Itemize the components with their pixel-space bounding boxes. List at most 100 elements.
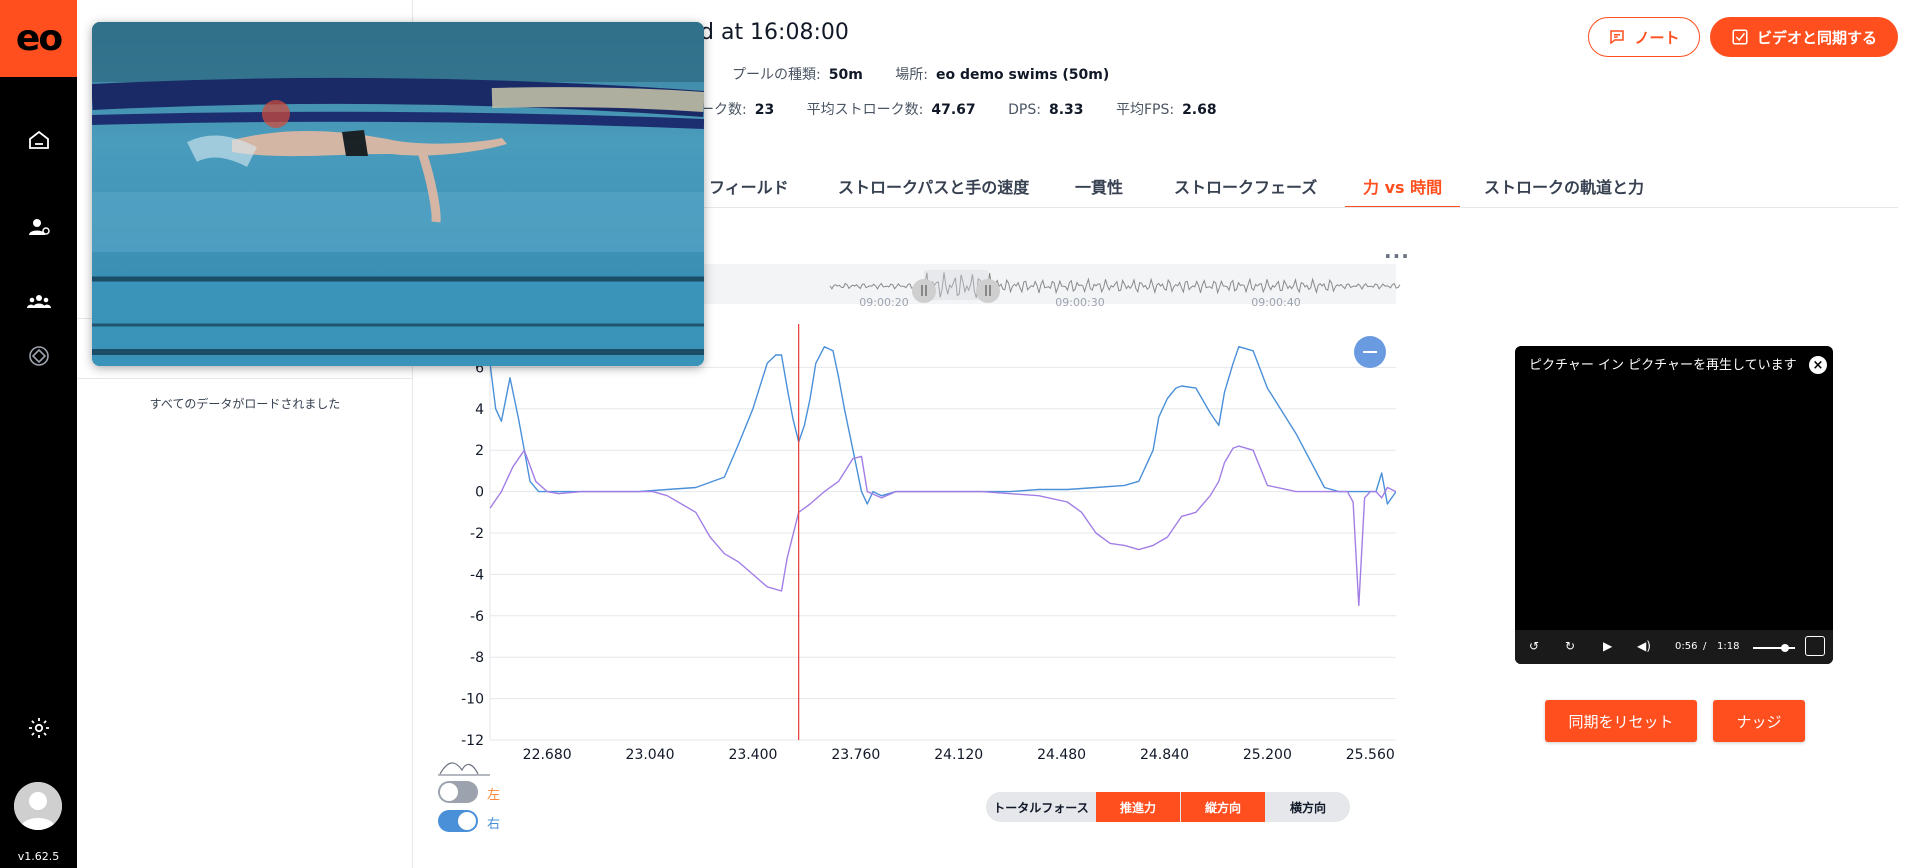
- overview-handle-grip: [925, 285, 927, 296]
- gear-icon[interactable]: [26, 715, 52, 741]
- y-axis: 6420-2-4-6-8-10-12: [461, 360, 484, 749]
- meta-label: 場所:: [895, 67, 928, 83]
- x-tick-label: 22.680: [523, 747, 572, 763]
- series-line-1: [490, 445, 1396, 607]
- y-tick-label: 2: [475, 443, 484, 459]
- overview-waveform: [829, 272, 1401, 299]
- y-tick-label: -8: [470, 650, 484, 666]
- right-hand-label: 右: [487, 817, 501, 832]
- overview-tick-label: 09:00:30: [1055, 296, 1104, 309]
- meta-value: 50m: [828, 67, 863, 83]
- waveform-icon[interactable]: [438, 762, 490, 776]
- x-tick-label: 25.560: [1346, 747, 1395, 763]
- sidebar: eo v1.62.5: [0, 0, 77, 868]
- fullscreen-icon[interactable]: [1805, 636, 1825, 656]
- pip-controls: ↺ ↻ ▶ ◀) 0:56 / 1:18: [1515, 630, 1833, 664]
- session-meta-row-1: プールの種類: 50m 場所: eo demo swims (50m): [732, 64, 1137, 84]
- close-icon[interactable]: ×: [1809, 356, 1827, 374]
- avatar[interactable]: [14, 782, 62, 830]
- overview-handle: [976, 279, 1000, 303]
- tab-field[interactable]: フィールド: [709, 168, 789, 208]
- y-tick-label: -6: [470, 609, 484, 625]
- y-tick-label: -2: [470, 526, 484, 542]
- y-tick-label: -12: [461, 733, 484, 749]
- tab-stroke-trajectory[interactable]: ストロークの軌道と力: [1484, 168, 1644, 208]
- pip-current-time: 0:56: [1675, 641, 1698, 652]
- meta-value: 2.68: [1182, 102, 1217, 118]
- overview-handle-grip: [985, 285, 987, 296]
- propulsive-force-button[interactable]: 推進力: [1096, 792, 1180, 822]
- meta-label: DPS:: [1008, 102, 1041, 118]
- rewind-icon[interactable]: ↺: [1529, 639, 1539, 653]
- nudge-button[interactable]: ナッジ: [1713, 700, 1805, 742]
- tab-force-vs-time[interactable]: 力 vs 時間: [1345, 168, 1461, 208]
- meta-label: 平均FPS:: [1115, 102, 1175, 118]
- more-options-icon[interactable]: ···: [1384, 244, 1410, 268]
- version-label: v1.62.5: [17, 850, 60, 863]
- pip-time-separator: /: [1703, 641, 1707, 652]
- y-tick-label: 4: [475, 402, 484, 418]
- forward-icon[interactable]: ↻: [1565, 639, 1575, 653]
- x-tick-label: 23.760: [831, 747, 880, 763]
- play-icon[interactable]: ▶: [1603, 639, 1612, 653]
- overview-tick-label: 09:00:40: [1251, 296, 1300, 309]
- tab-consistency[interactable]: 一貫性: [1075, 168, 1123, 208]
- pip-video-player[interactable]: ピクチャー イン ピクチャーを再生しています × ↺ ↻ ▶ ◀) 0:56 /…: [1515, 346, 1833, 664]
- swim-cycle-icon[interactable]: [26, 343, 52, 369]
- overview-tick-label: 09:00:20: [859, 296, 908, 309]
- meta-label: プールの種類:: [732, 67, 821, 83]
- lateral-force-button[interactable]: 横方向: [1266, 792, 1350, 822]
- x-axis: 22.680 23.040 23.400 23.760 24.120 24.480 24.8…: [523, 747, 1395, 763]
- data-loaded-status: すべてのデータがロードされました: [149, 397, 341, 411]
- note-button-label: ノート: [1634, 28, 1680, 47]
- vertical-force-button[interactable]: 縦方向: [1181, 792, 1265, 822]
- checkbox-edit-icon: [1732, 29, 1748, 45]
- pip-duration: 1:18: [1717, 641, 1740, 652]
- x-tick-label: 24.120: [934, 747, 983, 763]
- x-tick-label: 25.200: [1243, 747, 1292, 763]
- tabs-divider: [700, 207, 1898, 208]
- team-icon[interactable]: [26, 289, 52, 315]
- tab-stroke-path[interactable]: ストロークパスと手の速度: [838, 168, 1029, 208]
- y-tick-label: -10: [461, 692, 484, 708]
- total-force-button[interactable]: トータルフォース: [986, 792, 1096, 822]
- right-hand-toggle[interactable]: [438, 810, 478, 832]
- user-settings-icon[interactable]: [26, 214, 52, 240]
- home-icon[interactable]: [26, 127, 52, 153]
- tab-stroke-phase[interactable]: ストロークフェーズ: [1174, 168, 1317, 208]
- logo[interactable]: eo: [0, 0, 77, 77]
- overview-handle-grip: [989, 285, 991, 296]
- chart-series: [490, 346, 1396, 607]
- reset-sync-button[interactable]: 同期をリセット: [1545, 700, 1697, 742]
- y-tick-label: 0: [475, 485, 484, 501]
- pip-message: ピクチャー イン ピクチャーを再生しています: [1529, 358, 1797, 373]
- y-tick-label: -4: [470, 567, 484, 583]
- session-title: d at 16:08:00: [700, 20, 849, 45]
- left-hand-label: 左: [487, 788, 501, 803]
- meta-label: ーク数:: [700, 102, 747, 118]
- meta-label: 平均ストローク数:: [806, 102, 924, 118]
- overview-handle-grip: [921, 285, 923, 296]
- volume-slider-thumb[interactable]: [1781, 644, 1789, 652]
- volume-icon[interactable]: ◀): [1637, 639, 1651, 653]
- note-icon: [1610, 30, 1625, 45]
- meta-value: 47.67: [931, 102, 976, 118]
- x-tick-label: 24.480: [1037, 747, 1086, 763]
- series-line-0: [490, 346, 1396, 505]
- note-button[interactable]: ノート: [1588, 17, 1700, 57]
- x-tick-label: 23.040: [626, 747, 675, 763]
- force-type-selector: トータルフォース 推進力 縦方向 横方向: [986, 792, 1350, 822]
- left-hand-toggle[interactable]: [438, 781, 478, 803]
- session-meta-row-2: ーク数: 23 平均ストローク数: 47.67 DPS: 8.33 平均FPS: 2.6…: [700, 99, 1245, 119]
- left-panel-divider: [77, 378, 413, 379]
- overview-handle: [912, 279, 936, 303]
- x-tick-label: 23.400: [728, 747, 777, 763]
- sync-video-button[interactable]: ビデオと同期する: [1710, 17, 1898, 57]
- meta-value: 8.33: [1048, 102, 1084, 118]
- zoom-out-button[interactable]: [1354, 336, 1386, 368]
- underwater-video-overlay[interactable]: [92, 22, 704, 366]
- app-root: eo v1.62.5 すべてのデータがロードされました d at 16:08:0…: [0, 0, 1920, 868]
- meta-value: 23: [754, 102, 775, 118]
- meta-value: eo demo swims (50m): [935, 67, 1110, 83]
- overview-selection: [924, 270, 988, 300]
